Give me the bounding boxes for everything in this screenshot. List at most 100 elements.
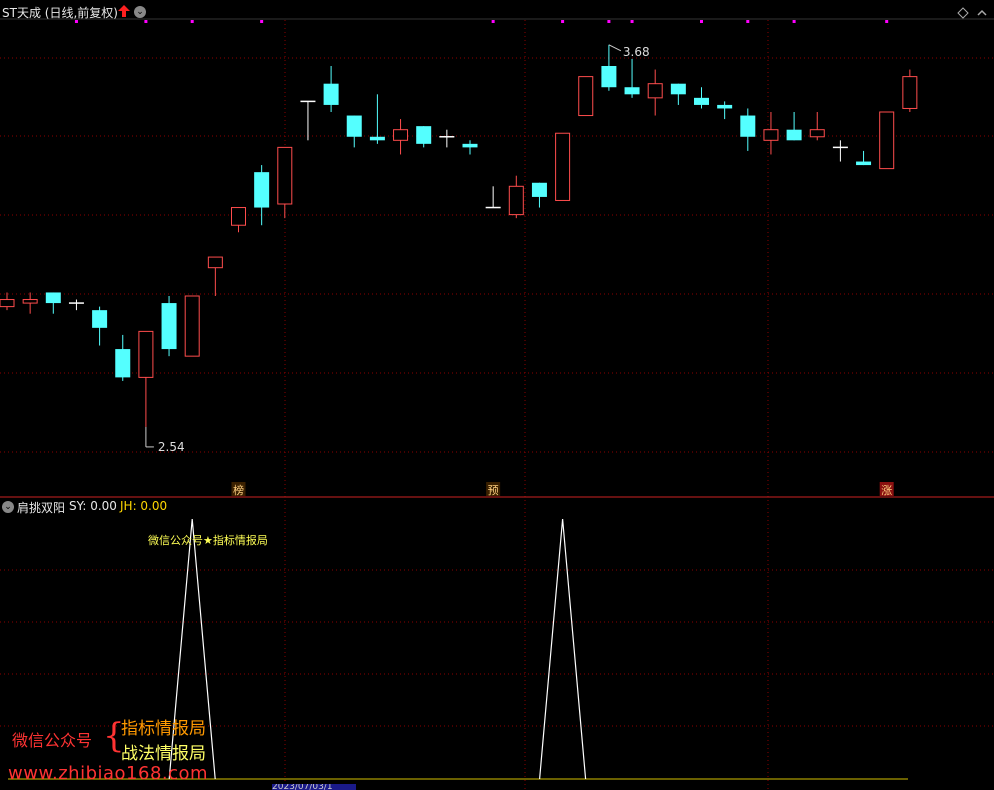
event-badge-label: 涨: [881, 484, 892, 497]
candle: [485, 186, 501, 209]
candle-body: [393, 129, 409, 141]
candle-body: [670, 83, 686, 95]
up-arrow-icon[interactable]: [118, 5, 130, 17]
candle: [323, 66, 339, 112]
signal-dot: [190, 20, 194, 23]
indicator-line: [168, 518, 587, 780]
chevron-up-icon[interactable]: [976, 7, 988, 19]
candle: [300, 100, 316, 141]
annotations: 3.68 2.54 榜 预 涨: [145, 44, 894, 497]
candle: [231, 207, 246, 233]
indicator-name[interactable]: 肩挑双阳: [17, 499, 65, 516]
event-badge: 涨: [879, 482, 894, 497]
candle: [879, 111, 895, 170]
candle: [694, 87, 709, 109]
candle-body: [647, 83, 663, 99]
signal-dot: [792, 20, 796, 23]
candle: [601, 44, 617, 91]
candle-body: [578, 76, 594, 117]
signal-dot: [260, 20, 264, 23]
candle-body: [508, 185, 524, 216]
candle-body: [809, 129, 825, 138]
candle-body: [601, 66, 617, 88]
stock-title[interactable]: ST天成 (日线,前复权): [2, 4, 118, 21]
event-badge: 榜: [231, 482, 246, 497]
signal-dot: [144, 20, 148, 23]
candle: [740, 108, 756, 151]
candle: [115, 334, 131, 381]
candle-body: [346, 115, 362, 137]
candle: [277, 146, 293, 219]
signal-dot: [491, 20, 495, 23]
candle: [786, 112, 802, 141]
event-badge-label: 预: [488, 484, 499, 497]
candle: [0, 292, 15, 311]
candle: [161, 296, 177, 357]
candle-body: [207, 256, 223, 269]
footer-url[interactable]: www.zhibiao168.com: [8, 763, 208, 784]
candle-body: [0, 299, 15, 308]
footer-wechat: 微信公众号: [12, 731, 93, 750]
candle: [763, 112, 779, 155]
candle: [578, 76, 594, 117]
indicator-sy: SY: 0.00: [69, 499, 117, 513]
signal-dot: [746, 20, 750, 23]
candle: [531, 182, 547, 208]
candle-body: [416, 126, 432, 144]
candlestick-series: [0, 44, 918, 427]
candle-body: [624, 87, 640, 95]
candle-body: [277, 146, 293, 205]
candle-body: [161, 303, 177, 350]
candle-body: [555, 132, 571, 201]
candle: [439, 129, 455, 148]
candle: [647, 69, 663, 116]
diamond-icon[interactable]: [957, 7, 969, 19]
candle-body: [92, 310, 108, 328]
high-price-label: 3.68: [623, 45, 650, 59]
grid-lines: [0, 18, 994, 790]
stock-chart[interactable]: 3.68 2.54 榜 预 涨: [0, 0, 994, 790]
indicator-menu-icon[interactable]: ⌄: [2, 501, 14, 513]
candle: [809, 112, 825, 141]
candle-body: [45, 292, 61, 304]
event-badge-label: 榜: [233, 483, 244, 497]
candle: [138, 330, 154, 427]
date-cursor-label: 2023/07/03/1: [272, 784, 356, 790]
indicator-watermark: 微信公众号★指标情报局: [148, 534, 268, 547]
candle: [92, 306, 108, 346]
candle: [508, 175, 524, 219]
candle: [393, 119, 409, 155]
candle: [555, 132, 571, 201]
candle-body: [462, 143, 478, 148]
footer-line2: 战法情报局: [121, 744, 206, 764]
candle: [462, 140, 478, 155]
candle: [184, 295, 200, 357]
candle-body: [184, 295, 200, 357]
signal-markers: [74, 20, 889, 23]
signal-dot: [700, 20, 703, 23]
candle-body: [763, 129, 779, 141]
indicator-jh: JH: 0.00: [120, 499, 168, 513]
candle: [207, 256, 223, 296]
signal-dot: [561, 20, 565, 23]
signal-dot: [630, 20, 634, 23]
candle-body: [115, 349, 131, 378]
candle: [68, 299, 84, 311]
candle: [902, 69, 918, 112]
candle-body: [902, 76, 918, 109]
low-price-label: 2.54: [158, 440, 185, 454]
footer-line1: 指标情报局: [121, 719, 206, 739]
candle-body: [786, 129, 802, 141]
chevron-down-icon[interactable]: ⌄: [134, 6, 146, 18]
candle-body: [694, 97, 709, 105]
candle-body: [740, 115, 756, 137]
candle-body: [879, 111, 895, 170]
candle-body: [254, 172, 270, 208]
candle-body: [717, 104, 733, 109]
candle: [254, 165, 270, 226]
indicator-peak: [539, 518, 587, 780]
signal-dot: [607, 20, 611, 23]
candle: [346, 115, 362, 148]
candle: [670, 83, 686, 105]
signal-dot: [885, 20, 889, 23]
